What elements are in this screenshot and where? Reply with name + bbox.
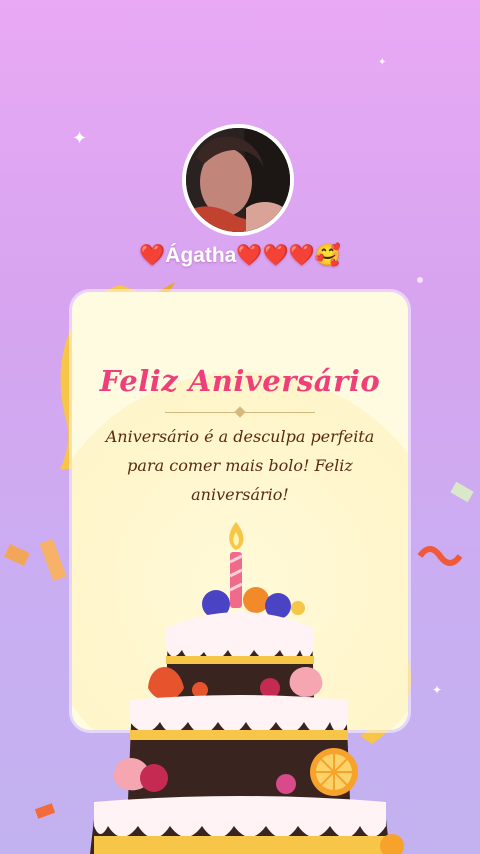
card-title: Feliz Aniversário — [99, 364, 381, 398]
birthday-card — [72, 292, 408, 730]
confetti-piece — [4, 544, 30, 566]
confetti-piece — [34, 803, 56, 819]
profile-avatar[interactable] — [182, 124, 294, 236]
card-message: Aniversário é a desculpa perfeita para c… — [105, 427, 375, 504]
confetti-dot — [417, 277, 423, 283]
confetti-piece — [417, 546, 463, 566]
profile-name: ❤️Ágatha❤️❤️❤️🥰 — [139, 244, 341, 267]
confetti-piece — [450, 481, 474, 503]
confetti-piece — [39, 538, 67, 582]
